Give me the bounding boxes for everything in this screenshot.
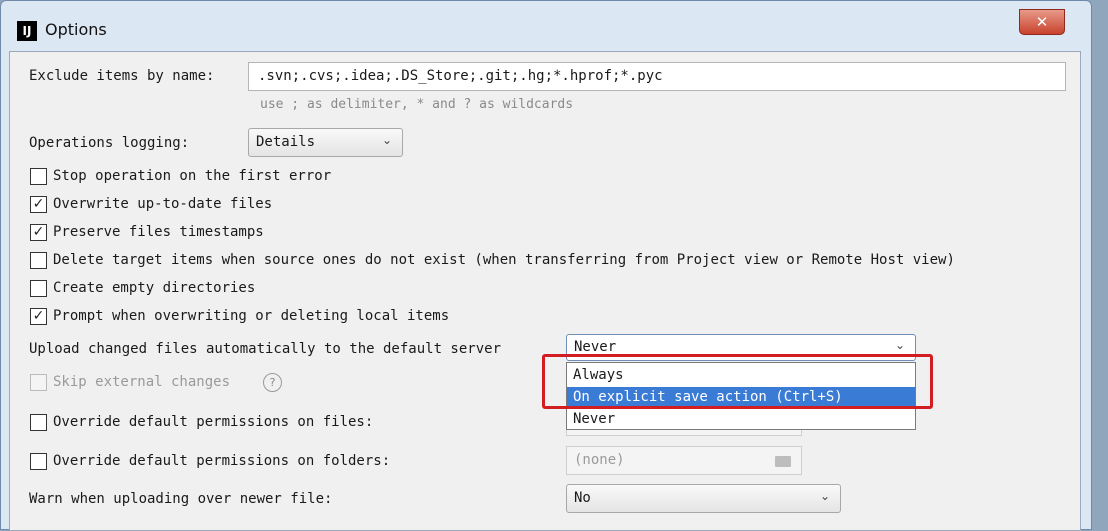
operations-logging-select[interactable]: Details ⌄: [248, 128, 403, 157]
dropdown-option-never[interactable]: Never: [567, 409, 915, 429]
chevron-down-icon: ⌄: [894, 338, 905, 352]
close-button[interactable]: ✕: [1019, 9, 1065, 35]
override-folders-value: (none): [574, 452, 625, 468]
exclude-items-label: Exclude items by name:: [29, 68, 215, 84]
delete-target-items-label: Delete target items when source ones do …: [53, 252, 955, 268]
options-panel: Exclude items by name: .svn;.cvs;.idea;.…: [9, 51, 1081, 531]
operations-logging-label: Operations logging:: [29, 135, 190, 151]
stop-on-error-checkbox[interactable]: [30, 168, 47, 185]
prompt-overwrite-label: Prompt when overwriting or deleting loca…: [53, 308, 450, 324]
warn-newer-file-label: Warn when uploading over newer file:: [29, 491, 333, 507]
preserve-timestamps-label: Preserve files timestamps: [53, 224, 264, 240]
skip-external-label: Skip external changes: [53, 374, 231, 390]
overwrite-up-to-date-label: Overwrite up-to-date files: [53, 196, 273, 212]
chevron-down-icon: ⌄: [819, 489, 830, 503]
delete-target-items-checkbox[interactable]: [30, 252, 47, 269]
override-folders-field[interactable]: (none): [566, 446, 802, 475]
annotation-highlight-box: [542, 354, 933, 409]
skip-external-checkbox[interactable]: [30, 374, 47, 391]
dialog-title: Options: [45, 20, 107, 39]
overwrite-up-to-date-checkbox[interactable]: ✓: [30, 196, 47, 213]
upload-automatically-value: Never: [574, 339, 617, 355]
create-empty-dirs-checkbox[interactable]: [30, 280, 47, 297]
intellij-app-icon: IJ: [17, 21, 37, 41]
folder-icon[interactable]: [775, 456, 791, 467]
prompt-overwrite-checkbox[interactable]: ✓: [30, 308, 47, 325]
create-empty-dirs-label: Create empty directories: [53, 280, 256, 296]
warn-newer-file-select[interactable]: No ⌄: [566, 484, 841, 513]
override-folders-label: Override default permissions on folders:: [53, 453, 391, 469]
close-icon: ✕: [1035, 13, 1049, 31]
exclude-items-input[interactable]: .svn;.cvs;.idea;.DS_Store;.git;.hg;*.hpr…: [248, 62, 1066, 91]
chevron-down-icon: ⌄: [381, 133, 392, 147]
title-bar: IJ Options ✕: [1, 1, 1091, 45]
operations-logging-value: Details: [256, 134, 316, 150]
upload-automatically-label: Upload changed files automatically to th…: [29, 341, 502, 357]
override-files-label: Override default permissions on files:: [53, 414, 374, 430]
override-folders-checkbox[interactable]: [30, 453, 47, 470]
exclude-items-value: .svn;.cvs;.idea;.DS_Store;.git;.hg;*.hpr…: [258, 68, 663, 84]
override-files-checkbox[interactable]: [30, 414, 47, 431]
exclude-items-hint: use ; as delimiter, * and ? as wildcards: [260, 97, 574, 112]
options-dialog: IJ Options ✕ Exclude items by name: .svn…: [0, 0, 1092, 531]
help-icon[interactable]: ?: [263, 373, 282, 392]
preserve-timestamps-checkbox[interactable]: ✓: [30, 224, 47, 241]
stop-on-error-label: Stop operation on the first error: [53, 168, 332, 184]
warn-newer-file-value: No: [574, 490, 591, 506]
